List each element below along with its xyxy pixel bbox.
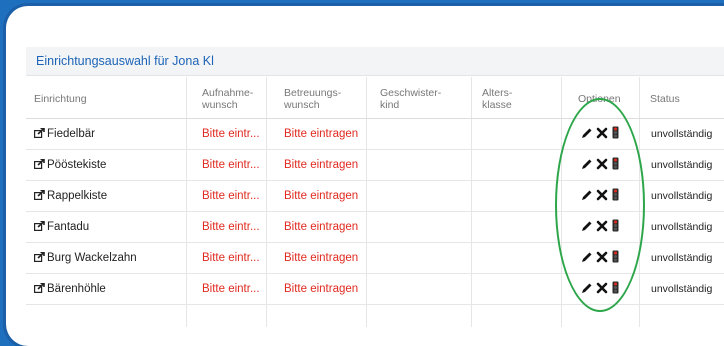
- facility-name: Rappelkiste: [47, 190, 108, 202]
- header-altersklasse-line2: klasse: [482, 99, 512, 111]
- panel-title: Einrichtungsauswahl für Jona Kl: [36, 54, 214, 68]
- facility-name-link[interactable]: Rappelkiste: [34, 190, 107, 202]
- facility-name: Pööstekiste: [47, 159, 107, 171]
- facility-name: Burg Wackelzahn: [47, 252, 137, 264]
- betreuungswunsch-value[interactable]: Bitte eintragen: [284, 252, 358, 264]
- facility-name-link[interactable]: Fantadu: [34, 221, 89, 233]
- betreuungswunsch-value[interactable]: Bitte eintragen: [284, 221, 358, 233]
- external-link-icon: [34, 190, 45, 200]
- header-aufnahmewunsch-line1: Aufnahme-: [202, 87, 254, 99]
- panel-header: Einrichtungsauswahl für Jona Kl: [26, 47, 724, 76]
- header-betreuungswunsch-line2: wunsch: [284, 99, 320, 111]
- aufnahmewunsch-value[interactable]: Bitte eintr...: [202, 190, 260, 202]
- header-aufnahmewunsch[interactable]: Aufnahme- wunsch: [202, 87, 253, 111]
- status-badge: unvollständig: [651, 252, 713, 264]
- aufnahmewunsch-value[interactable]: Bitte eintr...: [202, 221, 260, 233]
- highlight-ellipse: [555, 98, 645, 312]
- facility-name: Fantadu: [47, 221, 90, 233]
- status-badge: unvollständig: [651, 190, 713, 202]
- aufnahmewunsch-value[interactable]: Bitte eintr...: [202, 252, 260, 264]
- header-aufnahmewunsch-line2: wunsch: [202, 99, 238, 111]
- external-link-icon: [34, 283, 45, 293]
- external-link-icon: [34, 159, 45, 169]
- aufnahmewunsch-value[interactable]: Bitte eintr...: [202, 159, 260, 171]
- external-link-icon: [34, 128, 45, 138]
- status-badge: unvollständig: [651, 128, 713, 140]
- header-status[interactable]: Status: [650, 93, 680, 105]
- status-badge: unvollständig: [651, 159, 713, 171]
- facility-name: Fiedelbär: [47, 128, 95, 140]
- facility-name: Bärenhöhle: [47, 283, 106, 295]
- external-link-icon: [34, 221, 45, 231]
- facility-name-link[interactable]: Pööstekiste: [34, 159, 106, 171]
- status-badge: unvollständig: [651, 221, 713, 233]
- aufnahmewunsch-value[interactable]: Bitte eintr...: [202, 128, 260, 140]
- betreuungswunsch-value[interactable]: Bitte eintragen: [284, 128, 358, 140]
- header-geschwisterkind[interactable]: Geschwister- kind: [380, 87, 441, 111]
- header-altersklasse-line1: Alters-: [482, 87, 513, 99]
- aufnahmewunsch-value[interactable]: Bitte eintr...: [202, 283, 260, 295]
- facility-name-link[interactable]: Bärenhöhle: [34, 283, 106, 295]
- header-einrichtung[interactable]: Einrichtung: [34, 93, 87, 105]
- header-geschwisterkind-line2: kind: [380, 99, 400, 111]
- header-altersklasse[interactable]: Alters- klasse: [482, 87, 512, 111]
- header-geschwisterkind-line1: Geschwister-: [380, 87, 442, 99]
- status-badge: unvollständig: [651, 283, 713, 295]
- betreuungswunsch-value[interactable]: Bitte eintragen: [284, 159, 358, 171]
- betreuungswunsch-value[interactable]: Bitte eintragen: [284, 190, 358, 202]
- facility-name-link[interactable]: Fiedelbär: [34, 128, 95, 140]
- external-link-icon: [34, 252, 45, 262]
- header-betreuungswunsch[interactable]: Betreuungs- wunsch: [284, 87, 341, 111]
- facility-name-link[interactable]: Burg Wackelzahn: [34, 252, 137, 264]
- header-betreuungswunsch-line1: Betreuungs-: [284, 87, 342, 99]
- betreuungswunsch-value[interactable]: Bitte eintragen: [284, 283, 358, 295]
